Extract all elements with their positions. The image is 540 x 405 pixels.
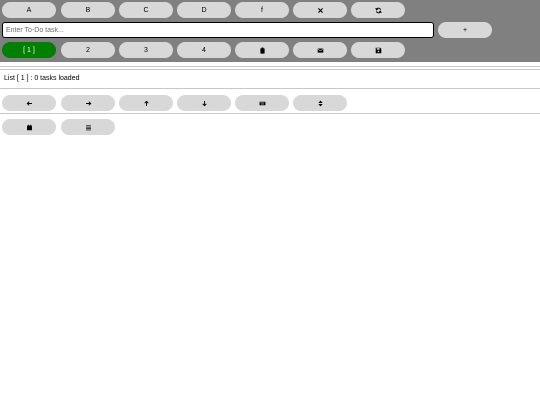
list-tab-1[interactable]: [ 1 ]: [2, 42, 56, 58]
list-tab-3[interactable]: 3: [119, 42, 173, 58]
letter-a-button[interactable]: A: [2, 2, 56, 18]
arrow-right-icon: [85, 100, 91, 106]
list-view-button[interactable]: [61, 119, 115, 135]
letter-d-button[interactable]: D: [177, 2, 231, 18]
clipboard-button[interactable]: [235, 42, 289, 58]
arrow-left-icon: [26, 100, 32, 106]
calendar-icon: [26, 124, 32, 130]
divider: [0, 88, 540, 89]
list-tab-4[interactable]: 4: [177, 42, 231, 58]
refresh-button[interactable]: [351, 2, 405, 18]
refresh-icon: [374, 7, 382, 13]
move-left-button[interactable]: [2, 95, 56, 111]
save-icon: [375, 47, 381, 53]
task-input[interactable]: [2, 22, 434, 38]
letter-c-button[interactable]: C: [119, 2, 173, 18]
clipboard-icon: [259, 47, 265, 54]
keyboard-button[interactable]: [235, 95, 289, 111]
move-down-button[interactable]: [177, 95, 231, 111]
letter-f-button[interactable]: f: [235, 2, 289, 18]
divider: [0, 66, 540, 67]
envelope-icon: [317, 48, 323, 53]
divider: [0, 69, 540, 70]
sort-icon: [317, 100, 323, 106]
keyboard-icon: [259, 101, 265, 105]
arrow-down-icon: [201, 100, 207, 106]
top-toolbar: A B C D f + [ 1 ] 2 3 4: [0, 0, 540, 62]
divider: [0, 113, 540, 114]
status-text: List [ 1 ] : 0 tasks loaded: [4, 75, 80, 82]
save-button[interactable]: [351, 42, 405, 58]
email-button[interactable]: [293, 42, 347, 58]
list-icon: [85, 124, 91, 130]
arrow-up-icon: [143, 100, 149, 106]
list-tab-2[interactable]: 2: [61, 42, 115, 58]
move-up-button[interactable]: [119, 95, 173, 111]
letter-b-button[interactable]: B: [61, 2, 115, 18]
close-button[interactable]: [293, 2, 347, 18]
sort-button[interactable]: [293, 95, 347, 111]
add-task-button[interactable]: +: [438, 22, 492, 38]
move-right-button[interactable]: [61, 95, 115, 111]
close-icon: [317, 7, 323, 13]
calendar-button[interactable]: [2, 119, 56, 135]
